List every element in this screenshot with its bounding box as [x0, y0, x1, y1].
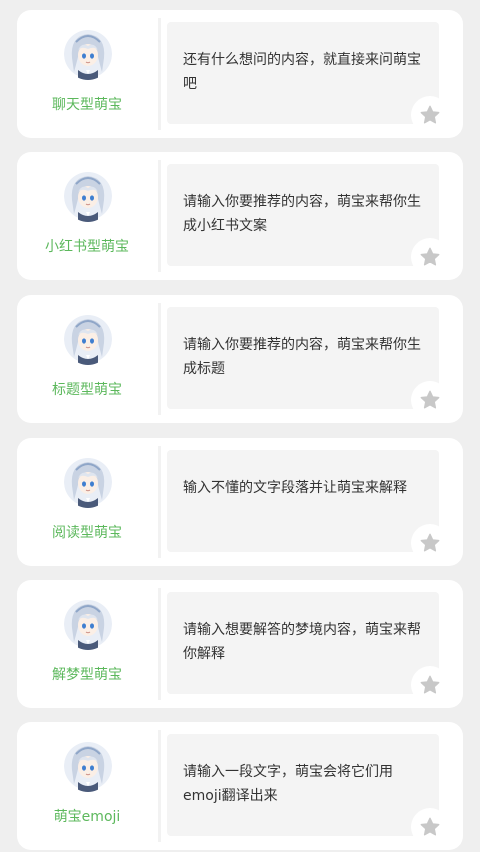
bot-description-box[interactable]: 请输入你要推荐的内容，萌宝来帮你生成小红书文案 — [167, 164, 439, 266]
favorite-button[interactable] — [411, 238, 449, 276]
divider — [158, 446, 161, 558]
bot-name: 标题型萌宝 — [52, 382, 122, 398]
bot-name: 解梦型萌宝 — [52, 667, 122, 683]
bot-identity: 解梦型萌宝 — [17, 580, 157, 708]
bot-description-box[interactable]: 请输入一段文字，萌宝会将它们用emoji翻译出来 — [167, 734, 439, 836]
bot-description: 请输入你要推荐的内容，萌宝来帮你生成标题 — [183, 337, 421, 377]
bot-identity: 小红书型萌宝 — [17, 152, 157, 280]
bot-description-box[interactable]: 请输入想要解答的梦境内容，萌宝来帮你解释 — [167, 592, 439, 694]
divider — [158, 303, 161, 415]
bot-card[interactable]: 萌宝emoji 请输入一段文字，萌宝会将它们用emoji翻译出来 — [17, 722, 463, 850]
divider — [158, 18, 161, 130]
bot-identity: 标题型萌宝 — [17, 295, 157, 423]
bot-identity: 聊天型萌宝 — [17, 10, 157, 138]
favorite-button[interactable] — [411, 666, 449, 704]
bot-description: 请输入想要解答的梦境内容，萌宝来帮你解释 — [183, 622, 421, 662]
anime-girl-avatar-icon — [64, 28, 112, 80]
bot-description-box[interactable]: 还有什么想问的内容，就直接来问萌宝吧 — [167, 22, 439, 124]
bot-identity: 阅读型萌宝 — [17, 438, 157, 566]
bot-name: 聊天型萌宝 — [52, 97, 122, 113]
favorite-button[interactable] — [411, 524, 449, 562]
bot-identity: 萌宝emoji — [17, 722, 157, 850]
anime-girl-avatar-icon — [64, 170, 112, 222]
anime-girl-avatar-icon — [64, 313, 112, 365]
bot-card[interactable]: 聊天型萌宝 还有什么想问的内容，就直接来问萌宝吧 — [17, 10, 463, 138]
divider — [158, 160, 161, 272]
bot-card[interactable]: 小红书型萌宝 请输入你要推荐的内容，萌宝来帮你生成小红书文案 — [17, 152, 463, 280]
bot-description-box[interactable]: 输入不懂的文字段落并让萌宝来解释 — [167, 450, 439, 552]
bot-description: 输入不懂的文字段落并让萌宝来解释 — [183, 480, 407, 496]
bot-name: 萌宝emoji — [53, 809, 121, 825]
bot-name: 小红书型萌宝 — [45, 239, 129, 255]
bot-description: 还有什么想问的内容，就直接来问萌宝吧 — [183, 52, 421, 92]
divider — [158, 588, 161, 700]
bot-description-box[interactable]: 请输入你要推荐的内容，萌宝来帮你生成标题 — [167, 307, 439, 409]
bot-card[interactable]: 阅读型萌宝 输入不懂的文字段落并让萌宝来解释 — [17, 438, 463, 566]
bot-description: 请输入一段文字，萌宝会将它们用emoji翻译出来 — [183, 764, 393, 804]
favorite-button[interactable] — [411, 96, 449, 134]
bot-card[interactable]: 标题型萌宝 请输入你要推荐的内容，萌宝来帮你生成标题 — [17, 295, 463, 423]
favorite-button[interactable] — [411, 381, 449, 419]
bot-card[interactable]: 解梦型萌宝 请输入想要解答的梦境内容，萌宝来帮你解释 — [17, 580, 463, 708]
favorite-button[interactable] — [411, 808, 449, 846]
anime-girl-avatar-icon — [64, 598, 112, 650]
divider — [158, 730, 161, 842]
bot-description: 请输入你要推荐的内容，萌宝来帮你生成小红书文案 — [183, 194, 421, 234]
bot-name: 阅读型萌宝 — [52, 525, 122, 541]
anime-girl-avatar-icon — [64, 740, 112, 792]
anime-girl-avatar-icon — [64, 456, 112, 508]
